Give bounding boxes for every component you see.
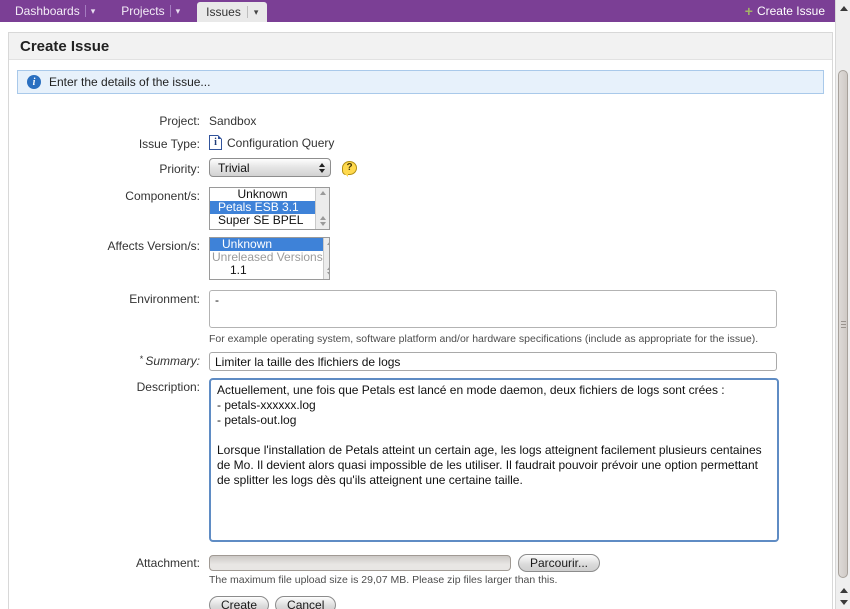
components-listbox[interactable]: Unknown Petals ESB 3.1 Super SE BPEL xyxy=(209,187,330,230)
project-label: Project: xyxy=(9,112,209,128)
attachment-help-text: The maximum file upload size is 29,07 MB… xyxy=(209,574,832,586)
priority-label: Priority: xyxy=(9,158,209,176)
scrollbar-thumb[interactable] xyxy=(838,70,848,578)
environment-textarea[interactable]: - xyxy=(209,290,777,328)
summary-input[interactable] xyxy=(209,352,777,371)
project-value: Sandbox xyxy=(209,112,256,128)
description-textarea[interactable]: Actuellement, une fois que Petals est la… xyxy=(209,378,779,542)
field-row-attachment: Attachment: Parcourir... The maximum fil… xyxy=(9,554,832,609)
issue-type-value: Configuration Query xyxy=(227,136,334,150)
attachment-label: Attachment: xyxy=(9,554,209,570)
info-banner: i Enter the details of the issue... xyxy=(17,70,824,94)
field-row-environment: Environment: - For example operating sys… xyxy=(9,290,832,345)
components-option[interactable]: Super SE BPEL xyxy=(210,214,315,227)
chevron-down-icon[interactable]: ▾ xyxy=(176,7,181,16)
select-spinner-icon xyxy=(319,163,325,173)
field-row-issue-type: Issue Type: i Configuration Query xyxy=(9,135,832,151)
listbox-scrollbar[interactable] xyxy=(323,238,330,279)
vertical-scrollbar[interactable] xyxy=(835,0,850,609)
nav-tab-issues-active[interactable]: Issues ▾ xyxy=(197,2,267,22)
versions-group-label: Unreleased Versions xyxy=(210,251,323,264)
info-banner-text: Enter the details of the issue... xyxy=(49,75,210,89)
top-nav: Dashboards ▾ Projects ▾ Issues ▾ + Creat… xyxy=(0,0,835,22)
environment-help-text: For example operating system, software p… xyxy=(209,333,832,345)
field-row-priority: Priority: Trivial ? xyxy=(9,158,832,177)
versions-option[interactable]: 1.1 xyxy=(210,264,323,277)
nav-dashboards-label: Dashboards xyxy=(15,4,80,18)
field-row-project: Project: Sandbox xyxy=(9,112,832,128)
scroll-down-icon[interactable] xyxy=(836,596,850,608)
description-label: Description: xyxy=(9,378,209,394)
components-label: Component/s: xyxy=(9,187,209,203)
nav-item-dashboards[interactable]: Dashboards ▾ xyxy=(6,0,104,22)
attachment-file-input[interactable] xyxy=(209,555,511,571)
info-icon: i xyxy=(27,75,41,89)
page-header: Create Issue xyxy=(9,33,832,60)
required-marker: * xyxy=(140,354,144,364)
plus-icon: + xyxy=(745,5,753,17)
create-issue-form: Project: Sandbox Issue Type: i Configura… xyxy=(9,112,832,609)
cancel-button[interactable]: Cancel xyxy=(275,596,336,609)
listbox-scrollbar[interactable] xyxy=(315,188,329,229)
environment-label: Environment: xyxy=(9,290,209,306)
create-issue-link-label: Create Issue xyxy=(757,4,825,18)
priority-select[interactable]: Trivial xyxy=(209,158,331,177)
help-icon[interactable]: ? xyxy=(342,161,357,175)
affects-versions-listbox[interactable]: Unknown Unreleased Versions 1.1 xyxy=(209,237,330,280)
chevron-down-icon[interactable]: ▾ xyxy=(91,7,96,16)
field-row-affects-versions: Affects Version/s: Unknown Unreleased Ve… xyxy=(9,237,832,280)
summary-label: *Summary: xyxy=(9,352,209,368)
issue-type-label: Issue Type: xyxy=(9,135,209,151)
field-row-description: Description: Actuellement, une fois que … xyxy=(9,378,832,545)
issue-type-icon: i xyxy=(209,135,222,150)
main-panel: Create Issue i Enter the details of the … xyxy=(8,32,833,609)
scroll-up-icon[interactable] xyxy=(836,2,850,14)
divider xyxy=(170,5,171,17)
create-issue-link[interactable]: + Create Issue xyxy=(735,0,835,22)
divider xyxy=(247,6,248,18)
page-title: Create Issue xyxy=(20,38,109,55)
browse-button[interactable]: Parcourir... xyxy=(518,554,600,572)
field-row-summary: *Summary: xyxy=(9,352,832,371)
affects-versions-label: Affects Version/s: xyxy=(9,237,209,253)
priority-selected-value: Trivial xyxy=(218,161,319,175)
scroll-up-icon-bottom[interactable] xyxy=(836,584,850,596)
chevron-down-icon[interactable]: ▾ xyxy=(254,8,259,17)
create-button[interactable]: Create xyxy=(209,596,269,609)
scrollbar-grip xyxy=(841,321,846,328)
field-row-components: Component/s: Unknown Petals ESB 3.1 Supe… xyxy=(9,187,832,230)
divider xyxy=(85,5,86,17)
nav-projects-label: Projects xyxy=(121,4,164,18)
nav-issues-label: Issues xyxy=(206,5,241,19)
nav-item-projects[interactable]: Projects ▾ xyxy=(112,0,189,22)
